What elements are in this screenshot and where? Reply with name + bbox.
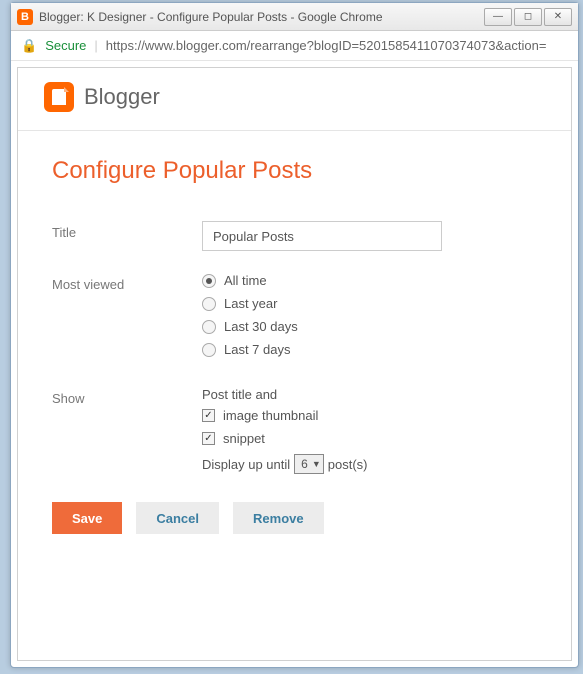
row-title: Title: [52, 221, 537, 251]
radio-label: Last 7 days: [224, 342, 291, 357]
window-title: Blogger: K Designer - Configure Popular …: [39, 10, 383, 24]
radio-all-time[interactable]: All time: [202, 273, 537, 288]
remove-button[interactable]: Remove: [233, 502, 324, 534]
row-show: Show Post title and ✓ image thumbnail ✓ …: [52, 387, 537, 474]
select-value: 6: [301, 457, 308, 471]
maximize-button[interactable]: ◻: [514, 8, 542, 26]
url-separator: |: [94, 38, 97, 53]
url-text[interactable]: https://www.blogger.com/rearrange?blogID…: [106, 38, 547, 53]
title-input[interactable]: [202, 221, 442, 251]
radio-label: Last year: [224, 296, 277, 311]
label-most-viewed: Most viewed: [52, 273, 202, 365]
label-show: Show: [52, 387, 202, 474]
lock-icon: 🔒: [21, 38, 37, 54]
save-button[interactable]: Save: [52, 502, 122, 534]
brand-name: Blogger: [84, 84, 160, 110]
chevron-down-icon: ▼: [312, 459, 321, 469]
row-most-viewed: Most viewed All time Last year Last 30 d…: [52, 273, 537, 365]
radio-icon: [202, 320, 216, 334]
label-title: Title: [52, 221, 202, 251]
cancel-button[interactable]: Cancel: [136, 502, 219, 534]
radio-icon: [202, 343, 216, 357]
show-static-text: Post title and: [202, 387, 537, 402]
radio-icon: [202, 274, 216, 288]
blogger-logo-icon: [44, 82, 74, 112]
radio-icon: [202, 297, 216, 311]
close-button[interactable]: ✕: [544, 8, 572, 26]
minimize-button[interactable]: —: [484, 8, 512, 26]
secure-label: Secure: [45, 38, 86, 53]
checkbox-label: snippet: [223, 431, 265, 446]
radio-last-30-days[interactable]: Last 30 days: [202, 319, 537, 334]
display-count-line: Display up until 6 ▼ post(s): [202, 454, 537, 474]
radio-last-year[interactable]: Last year: [202, 296, 537, 311]
window-controls: — ◻ ✕: [484, 8, 572, 26]
display-suffix: post(s): [328, 457, 368, 472]
blogger-favicon: B: [17, 9, 33, 25]
window-titlebar: B Blogger: K Designer - Configure Popula…: [11, 3, 578, 31]
check-image-thumbnail[interactable]: ✓ image thumbnail: [202, 408, 537, 423]
checkbox-icon: ✓: [202, 409, 215, 422]
checkbox-label: image thumbnail: [223, 408, 318, 423]
config-panel: Configure Popular Posts Title Most viewe…: [18, 131, 571, 560]
radio-label: Last 30 days: [224, 319, 298, 334]
address-bar: 🔒 Secure | https://www.blogger.com/rearr…: [11, 31, 578, 61]
chrome-window: B Blogger: K Designer - Configure Popula…: [10, 2, 579, 668]
check-snippet[interactable]: ✓ snippet: [202, 431, 537, 446]
radio-label: All time: [224, 273, 267, 288]
checkbox-icon: ✓: [202, 432, 215, 445]
display-prefix: Display up until: [202, 457, 290, 472]
radio-last-7-days[interactable]: Last 7 days: [202, 342, 537, 357]
brand-bar: Blogger: [18, 68, 571, 131]
page-title: Configure Popular Posts: [52, 157, 537, 185]
display-count-select[interactable]: 6 ▼: [294, 454, 324, 474]
button-row: Save Cancel Remove: [52, 502, 537, 534]
content-frame: Blogger Configure Popular Posts Title Mo…: [17, 67, 572, 661]
